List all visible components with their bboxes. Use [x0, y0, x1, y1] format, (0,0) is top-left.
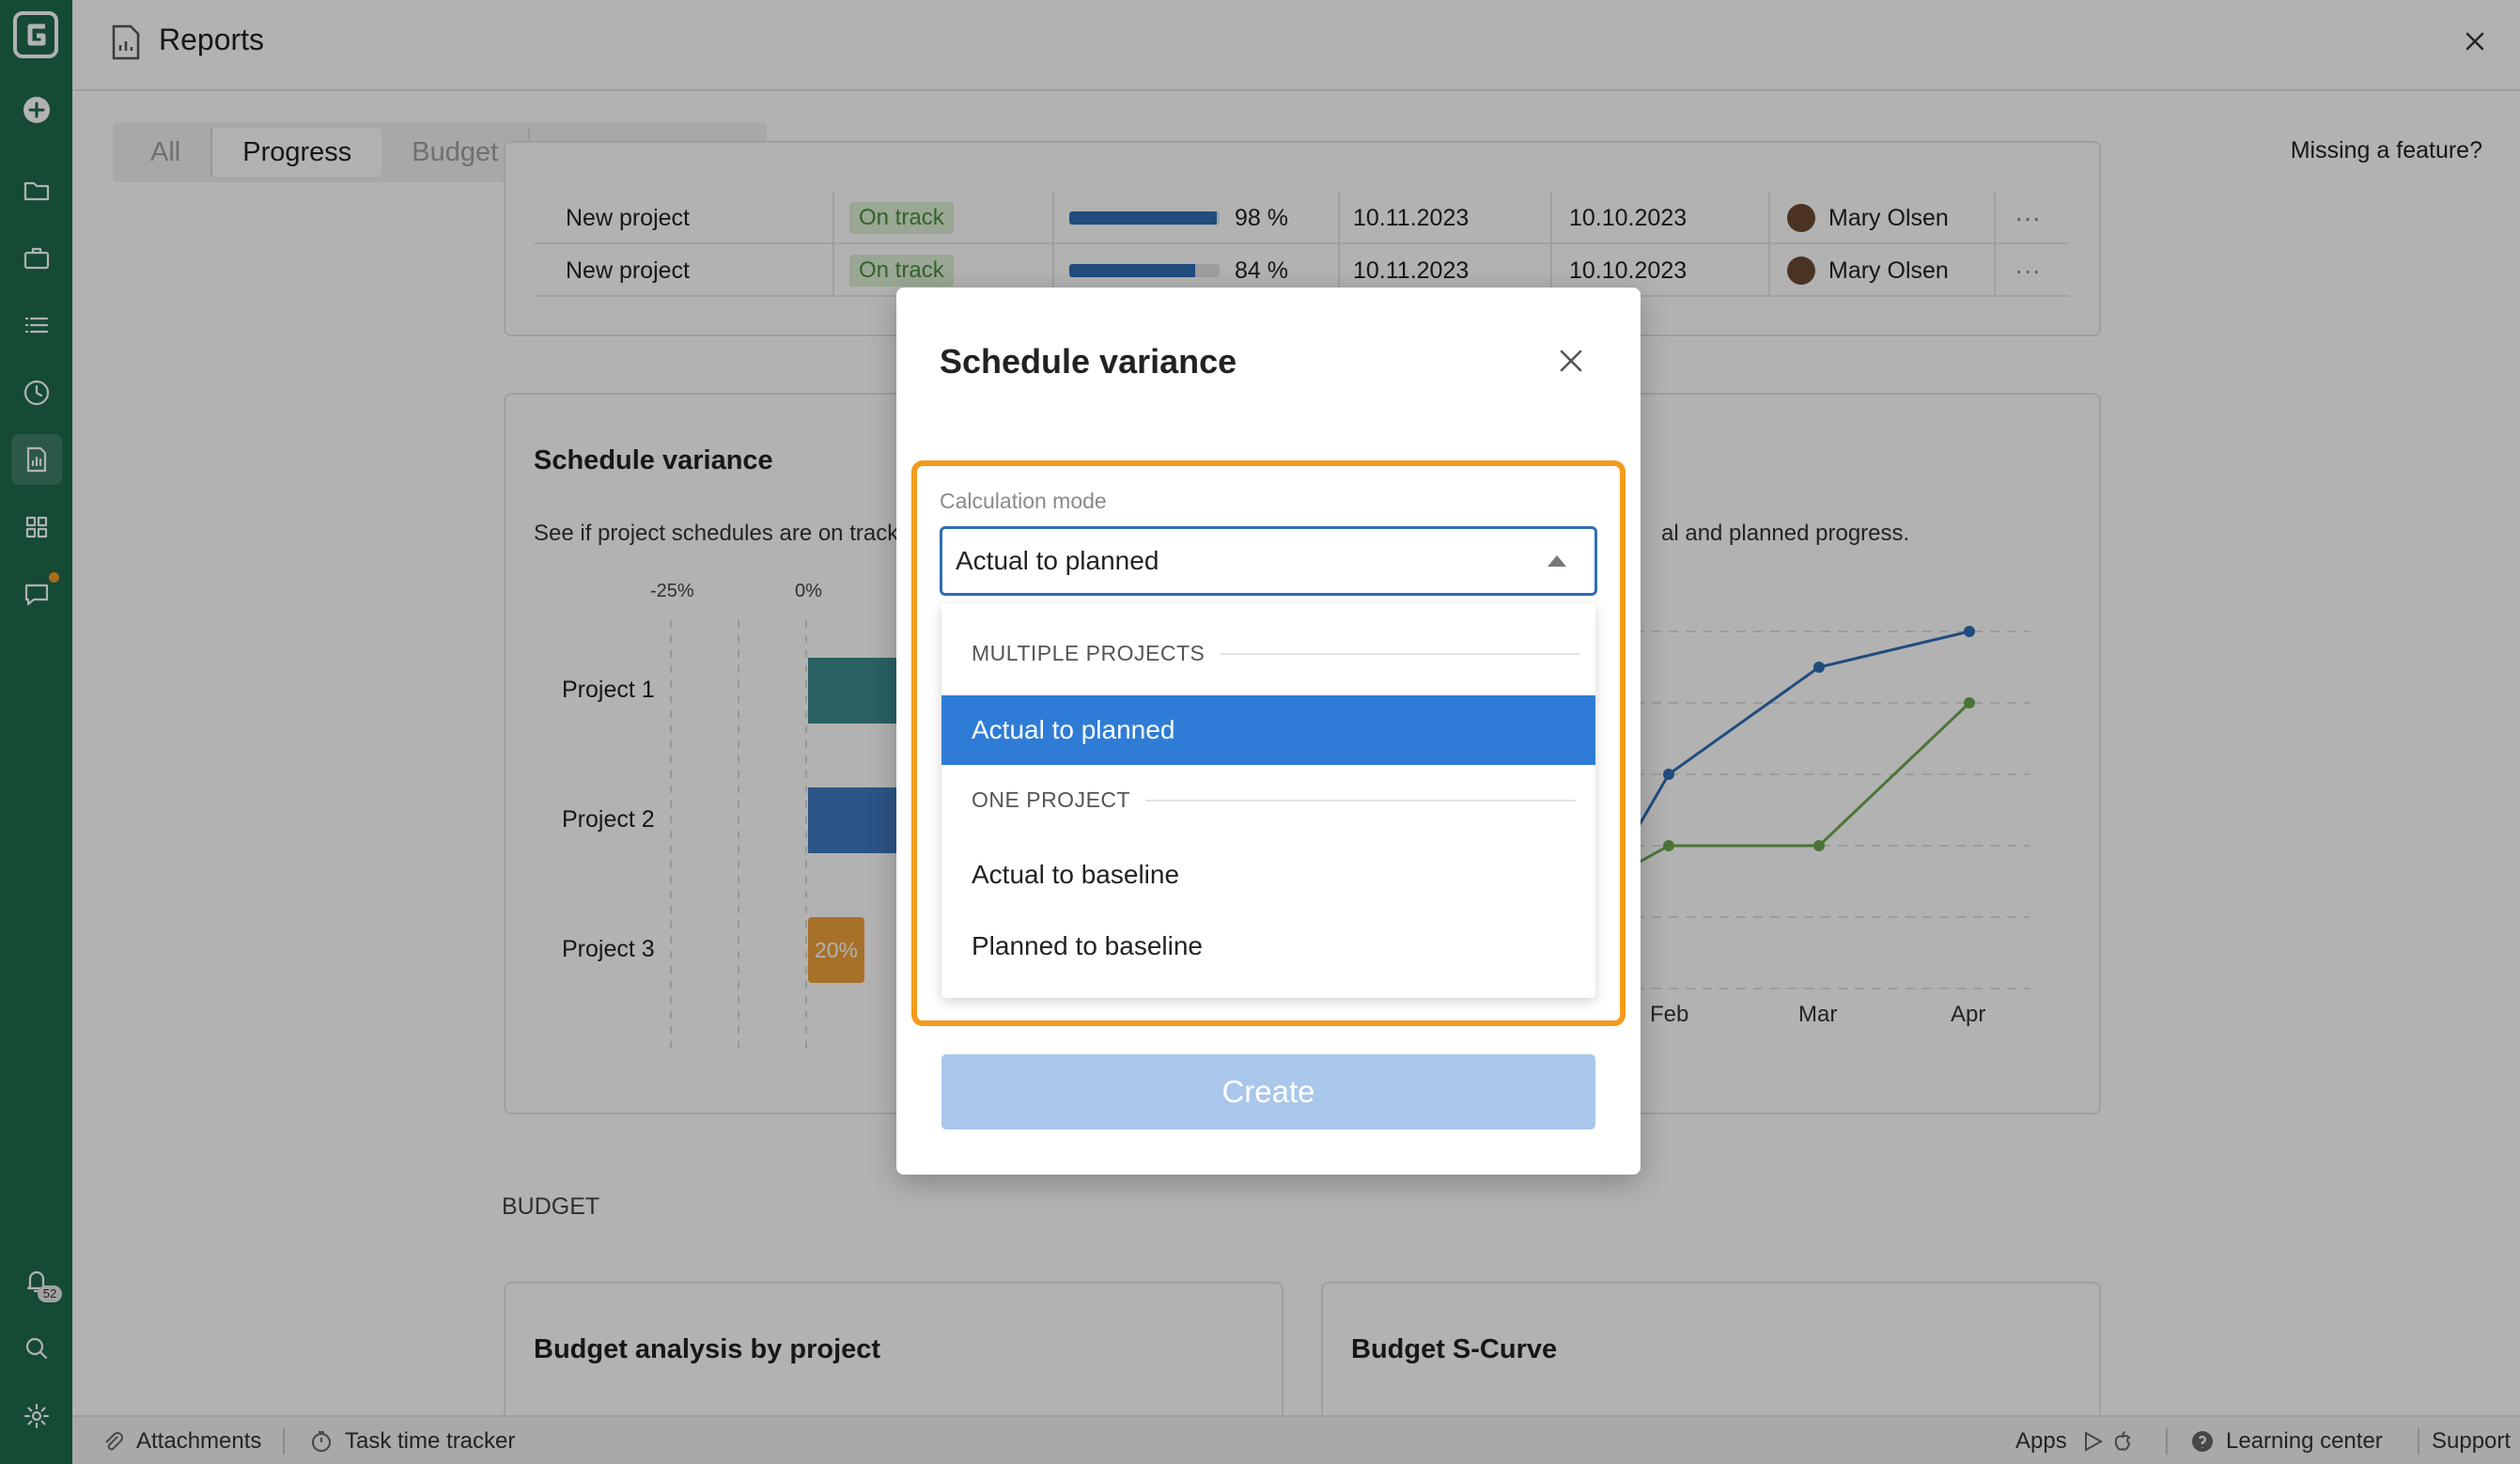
calculation-mode-label: Calculation mode	[940, 489, 1107, 513]
group-label: ONE PROJECT	[972, 787, 1131, 812]
calculation-mode-dropdown: MULTIPLE PROJECTS Actual to planned ONE …	[941, 603, 1595, 998]
caret-up-icon[interactable]	[1548, 555, 1566, 567]
calculation-mode-select[interactable]: Actual to planned	[940, 526, 1597, 596]
group-header-multiple-projects: MULTIPLE PROJECTS	[972, 641, 1581, 666]
group-label: MULTIPLE PROJECTS	[972, 641, 1206, 665]
group-header-one-project: ONE PROJECT	[972, 787, 1577, 813]
option-actual-to-baseline[interactable]: Actual to baseline	[941, 840, 1595, 910]
modal-close-icon[interactable]	[1552, 342, 1590, 380]
option-actual-to-planned[interactable]: Actual to planned	[941, 695, 1595, 765]
schedule-variance-modal: Schedule variance Calculation mode Actua…	[896, 288, 1641, 1175]
modal-title: Schedule variance	[940, 342, 1237, 381]
calculation-mode-value: Actual to planned	[956, 546, 1159, 575]
create-button[interactable]: Create	[941, 1054, 1595, 1129]
option-planned-to-baseline[interactable]: Planned to baseline	[941, 911, 1595, 981]
